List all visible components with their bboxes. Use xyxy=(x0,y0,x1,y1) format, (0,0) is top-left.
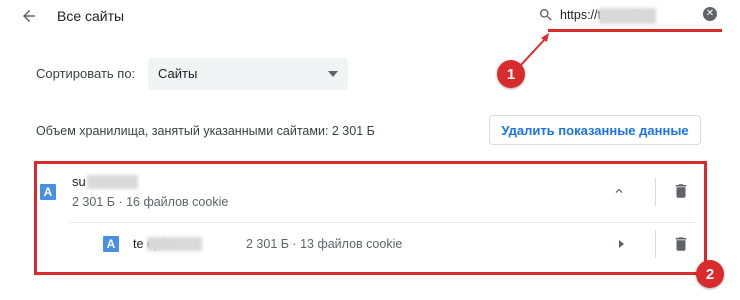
annotation-badge: 1 xyxy=(497,60,525,88)
annotation-arrow xyxy=(519,33,549,67)
annotation-badge: 2 xyxy=(696,260,724,288)
